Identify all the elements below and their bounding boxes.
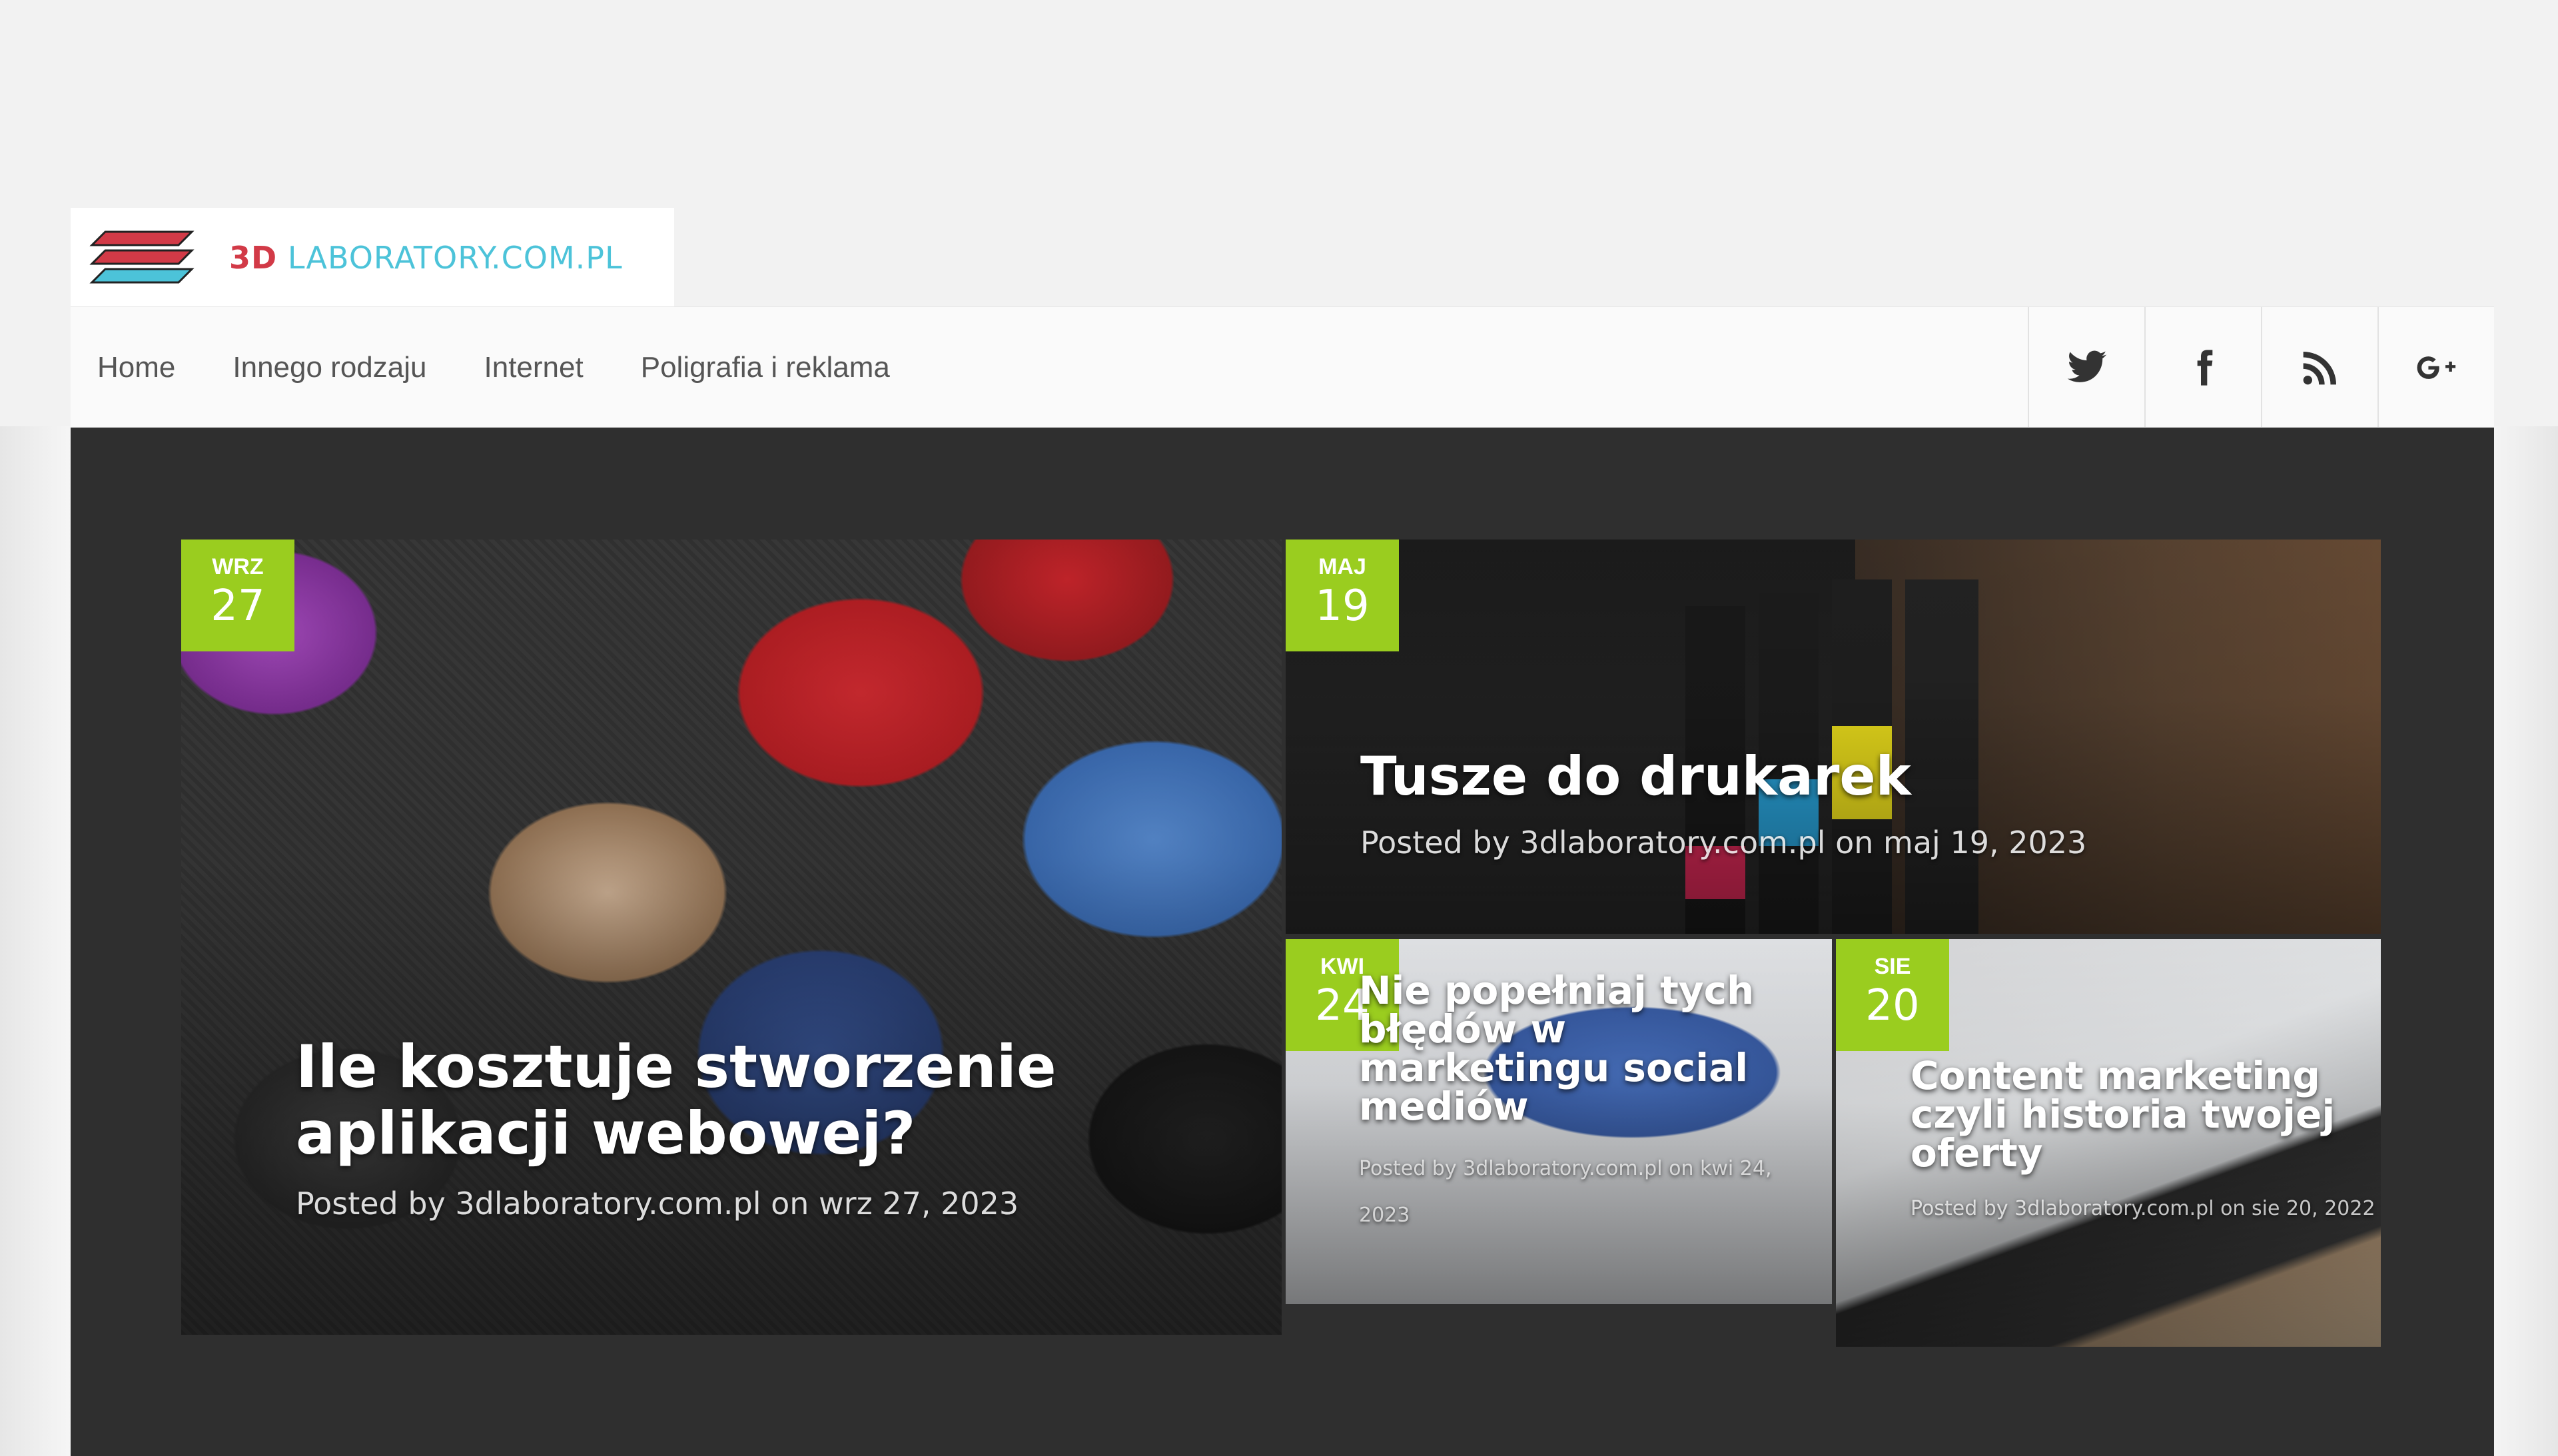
- rss-icon: [2303, 352, 2336, 385]
- date-badge: SIE 20: [1836, 939, 1949, 1051]
- date-day: 27: [211, 581, 265, 631]
- post-meta: Posted by 3dlaboratory.com.pl on sie 20,…: [1911, 1197, 2375, 1220]
- date-day: 19: [1315, 581, 1370, 631]
- post-meta: Posted by 3dlaboratory.com.pl on maj 19,…: [1360, 825, 2087, 861]
- post-title: Tusze do drukarek: [1360, 745, 1911, 807]
- date-month: WRZ: [212, 554, 264, 579]
- featured-post-card[interactable]: MAJ 19 Tusze do drukarek Posted by 3dlab…: [1286, 540, 2381, 934]
- nav-menu: Home Innego rodzaju Internet Poligrafia …: [97, 307, 890, 428]
- featured-post-card[interactable]: KWI 24 Nie popełniaj tych błędów w marke…: [1286, 939, 1832, 1304]
- layers-logo-icon: [89, 230, 195, 284]
- site-logo[interactable]: 3D LABORATORY.COM.PL: [71, 208, 674, 306]
- twitter-icon: [2067, 350, 2106, 382]
- date-badge: WRZ 27: [181, 540, 294, 651]
- featured-post-card[interactable]: SIE 20 Content marketing czyli historia …: [1836, 939, 2381, 1347]
- social-links: [2028, 307, 2494, 428]
- logo-text: 3D LABORATORY.COM.PL: [229, 240, 623, 276]
- post-meta: Posted by 3dlaboratory.com.pl on wrz 27,…: [296, 1186, 1019, 1222]
- google-plus-button[interactable]: [2377, 307, 2494, 428]
- twitter-button[interactable]: [2028, 307, 2144, 428]
- logo-name: LABORATORY.COM.PL: [287, 240, 623, 276]
- logo-prefix: 3D: [229, 240, 278, 276]
- nav-item-internet[interactable]: Internet: [484, 351, 584, 384]
- rss-button[interactable]: [2261, 307, 2377, 428]
- nav-item-home[interactable]: Home: [97, 351, 175, 384]
- google-plus-icon: [2417, 356, 2455, 379]
- date-month: SIE: [1874, 954, 1911, 979]
- date-month: MAJ: [1318, 554, 1366, 579]
- post-title: Content marketing czyli historia twojej …: [1911, 1053, 2336, 1176]
- facebook-button[interactable]: [2144, 307, 2261, 428]
- facebook-icon: [2197, 350, 2212, 386]
- post-title: Nie popełniaj tych błędów w marketingu s…: [1359, 968, 1755, 1129]
- nav-item-poligrafia[interactable]: Poligrafia i reklama: [641, 351, 890, 384]
- date-day: 20: [1865, 981, 1920, 1030]
- featured-post-card[interactable]: WRZ 27 Ile kosztuje stworzenie aplikacji…: [181, 540, 1282, 1335]
- post-title: Ile kosztuje stworzenie aplikacji webowe…: [296, 1032, 1057, 1168]
- main-navigation: Home Innego rodzaju Internet Poligrafia …: [71, 306, 2494, 428]
- post-meta: Posted by 3dlaboratory.com.pl on kwi 24,…: [1359, 1157, 1772, 1227]
- nav-item-innego-rodzaju[interactable]: Innego rodzaju: [232, 351, 426, 384]
- date-badge: MAJ 19: [1286, 540, 1399, 651]
